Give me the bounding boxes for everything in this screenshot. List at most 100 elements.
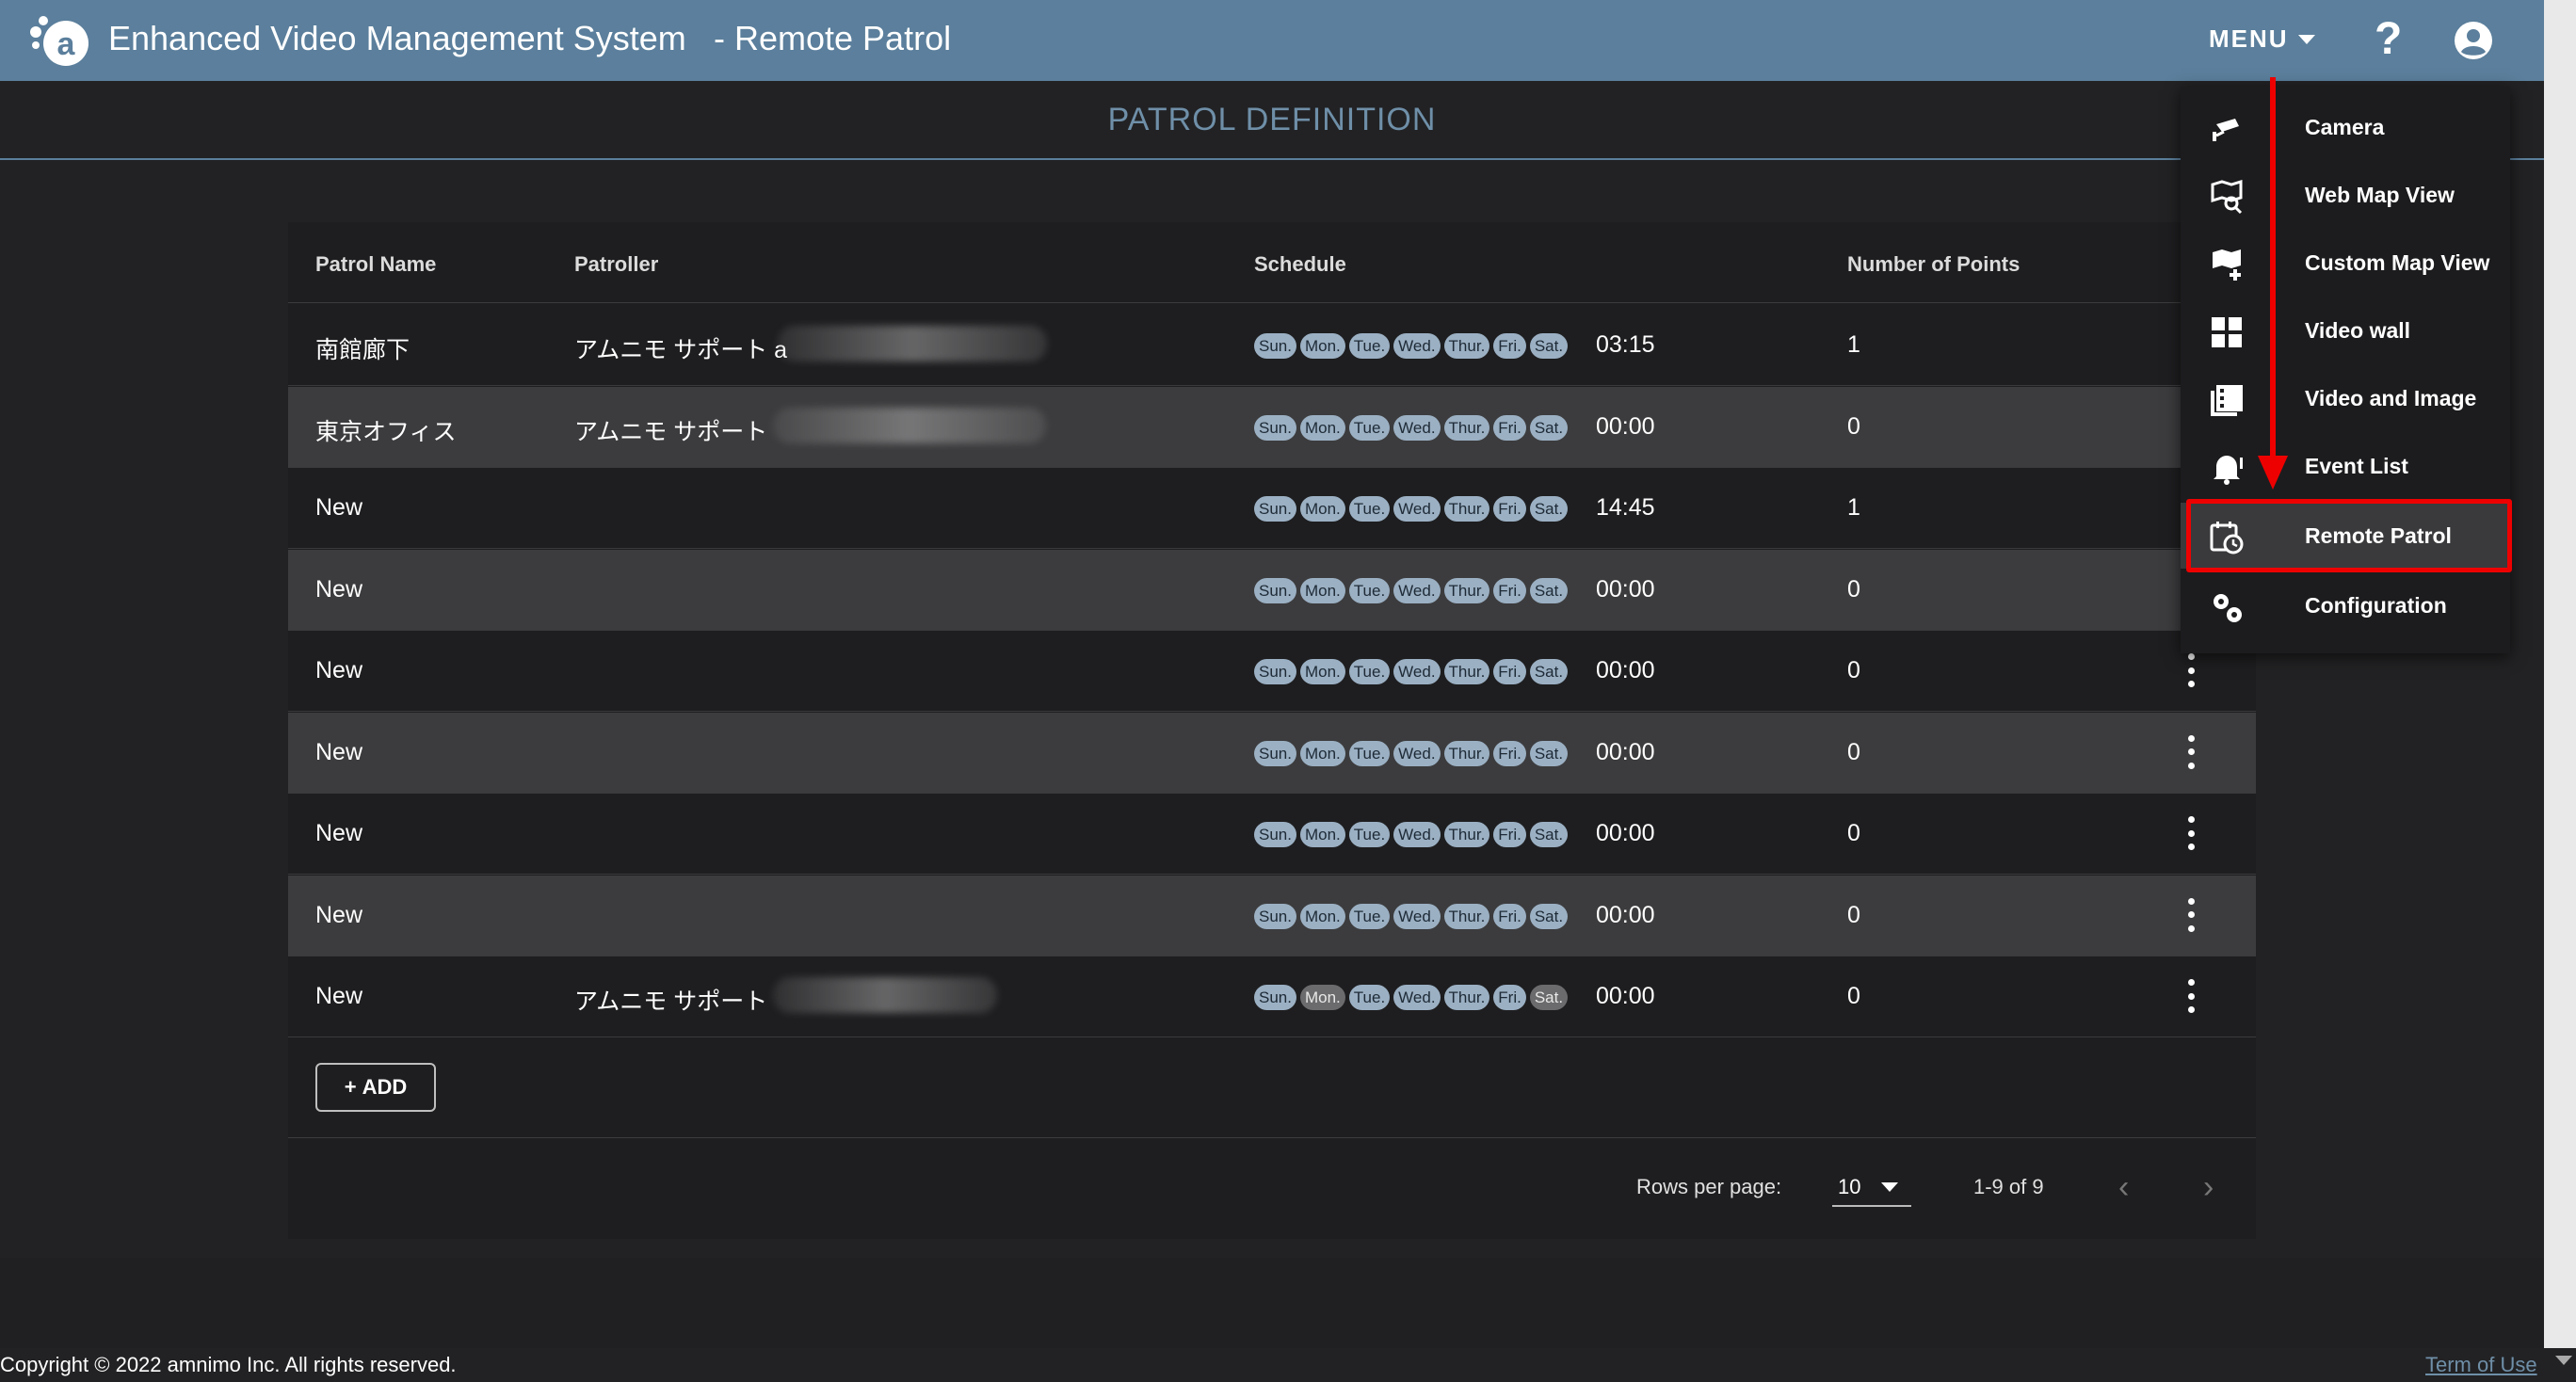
menu-item-camera[interactable]: Camera (2181, 94, 2510, 160)
map-plus-icon (2209, 247, 2245, 282)
table-row[interactable]: 東京オフィス アムニモ サポート Sun. Mon. Tue. Wed. Thur. Fri.… (288, 386, 2256, 468)
day-chip: Tue. (1348, 903, 1391, 929)
table-row[interactable]: New Sun. Mon. Tue. Wed. Thur. Fri. Sat. 00:00 0 (288, 712, 2256, 794)
schedule-time: 00:00 (1596, 983, 1655, 1009)
points-count: 0 (1847, 820, 1860, 846)
chevron-left-icon[interactable]: ‹ (2118, 1169, 2129, 1206)
menu-item-label: Event List (2305, 454, 2408, 478)
day-chip: Mon. (1299, 822, 1345, 847)
patrol-name-cell[interactable]: New (315, 983, 362, 1010)
points-count: 0 (1847, 738, 1860, 765)
day-chip: Sat. (1529, 659, 1569, 684)
points-count: 0 (1847, 983, 1860, 1009)
day-chip: Fri. (1493, 577, 1526, 603)
account-circle-icon[interactable] (2454, 21, 2493, 60)
column-header-points[interactable]: Number of Points (1847, 252, 2020, 277)
menu-item-label: Configuration (2305, 593, 2447, 618)
menu-item-label: Custom Map View (2305, 250, 2490, 275)
menu-item-custom-map-view[interactable]: Custom Map View (2181, 230, 2510, 296)
patrol-name-cell[interactable]: New (315, 657, 362, 684)
day-chip: Tue. (1348, 740, 1391, 766)
day-chip: Tue. (1348, 822, 1391, 847)
points-count: 1 (1847, 331, 1860, 358)
schedule-time: 03:15 (1596, 331, 1655, 358)
page-scrollbar[interactable] (2544, 0, 2576, 1348)
table-row[interactable]: New Sun. Mon. Tue. Wed. Thur. Fri. Sat. 00:00 0 (288, 794, 2256, 875)
film-icon (2209, 382, 2245, 418)
table-row[interactable]: 南館廊下 アムニモ サポート a Sun. Mon. Tue. Wed. Thur. Fri.… (288, 305, 2256, 386)
caret-down-icon (1881, 1182, 1898, 1192)
column-header-patroller[interactable]: Patroller (574, 252, 658, 277)
top-app-bar: a Enhanced Video Management System - Rem… (0, 0, 2544, 81)
more-vert-icon[interactable] (2186, 897, 2196, 932)
menu-item-web-map-view[interactable]: Web Map View (2181, 162, 2510, 228)
day-chip: Tue. (1348, 414, 1391, 441)
table-row[interactable]: New Sun. Mon. Tue. Wed. Thur. Fri. Sat. 14:45 1 (288, 468, 2256, 549)
schedule-days: Sun. Mon. Tue. Wed. Thur. Fri. Sat. (1254, 822, 1569, 847)
schedule-days: Sun. Mon. Tue. Wed. Thur. Fri. Sat. (1254, 577, 1569, 603)
patrol-name-cell[interactable]: 東京オフィス (315, 413, 457, 447)
patrol-table-card: Patrol Name Patroller Schedule Number of… (288, 222, 2256, 1239)
day-chip: Thur. (1443, 822, 1490, 847)
day-chip: Sun. (1254, 577, 1296, 603)
schedule-time: 00:00 (1596, 575, 1655, 603)
table-row[interactable]: New Sun. Mon. Tue. Wed. Thur. Fri. Sat. 00:00 0 (288, 631, 2256, 712)
patrol-name-cell[interactable]: 南館廊下 (315, 331, 410, 365)
svg-text:a: a (57, 26, 76, 62)
day-chip: Sun. (1254, 496, 1296, 522)
day-chip: Thur. (1443, 496, 1490, 522)
schedule-days: Sun. Mon. Tue. Wed. Thur. Fri. Sat. (1254, 333, 1569, 359)
page-bottom-band (0, 1258, 2544, 1348)
table-row[interactable]: New Sun. Mon. Tue. Wed. Thur. Fri. Sat. 00:00 0 (288, 549, 2256, 631)
patrol-name-cell[interactable]: New (315, 902, 362, 929)
patrol-name-cell[interactable]: New (315, 739, 362, 766)
day-chip: Wed. (1393, 985, 1441, 1010)
day-chip: Mon. (1299, 333, 1345, 359)
more-vert-icon[interactable] (2186, 979, 2196, 1013)
day-chip: Wed. (1393, 740, 1441, 766)
patroller-cell: アムニモ サポート (574, 418, 768, 445)
menu-item-video-and-image[interactable]: Video and Image (2181, 365, 2510, 431)
day-chip: Wed. (1393, 659, 1441, 684)
more-vert-icon[interactable] (2186, 653, 2196, 687)
day-chip: Thur. (1443, 985, 1490, 1010)
caret-down-icon (2297, 34, 2315, 44)
redacted-text (773, 407, 1046, 443)
menu-item-configuration[interactable]: Configuration (2181, 572, 2510, 638)
day-chip: Sun. (1254, 740, 1296, 766)
chevron-right-icon[interactable]: › (2203, 1169, 2214, 1206)
points-count: 0 (1847, 901, 1860, 928)
more-vert-icon[interactable] (2186, 816, 2196, 850)
amnimo-logo-icon[interactable]: a (24, 11, 96, 70)
more-vert-icon[interactable] (2186, 734, 2196, 769)
annotation-highlight-box (2186, 499, 2512, 572)
column-header-patrol-name[interactable]: Patrol Name (315, 252, 436, 277)
column-header-schedule[interactable]: Schedule (1254, 252, 1346, 277)
day-chip: Sat. (1529, 740, 1569, 766)
day-chip: Sun. (1254, 985, 1296, 1010)
annotation-arrow-head (2258, 456, 2288, 490)
add-patrol-button[interactable]: + ADD (315, 1063, 436, 1112)
divider (288, 1137, 2256, 1138)
points-count: 0 (1847, 412, 1860, 440)
table-row[interactable]: New Sun. Mon. Tue. Wed. Thur. Fri. Sat. 00:00 0 (288, 875, 2256, 956)
day-chip: Mon. (1299, 659, 1345, 684)
patrol-name-cell[interactable]: New (315, 576, 362, 603)
day-chip: Thur. (1443, 577, 1490, 603)
table-row[interactable]: New アムニモ サポート Sun. Mon. Tue. Wed. Thur. Fri. Sat… (288, 956, 2256, 1037)
menu-item-event-list[interactable]: Event List (2181, 433, 2510, 499)
schedule-time: 00:00 (1596, 412, 1655, 440)
day-chip: Thur. (1443, 903, 1490, 929)
help-icon[interactable]: ? (2375, 13, 2402, 65)
day-chip: Wed. (1393, 577, 1441, 603)
patrol-name-cell[interactable]: New (315, 820, 362, 847)
menu-item-video-wall[interactable]: Video wall (2181, 297, 2510, 363)
terms-of-use-link[interactable]: Term of Use (2425, 1353, 2537, 1377)
schedule-days: Sun. Mon. Tue. Wed. Thur. Fri. Sat. (1254, 414, 1569, 441)
points-count: 0 (1847, 657, 1860, 683)
patrol-name-cell[interactable]: New (315, 494, 362, 522)
rows-per-page-select[interactable]: 10 (1832, 1164, 1911, 1207)
plus-icon: + (344, 1075, 357, 1099)
scroll-down-icon[interactable] (2555, 1356, 2572, 1365)
menu-button[interactable]: MENU (2209, 24, 2315, 54)
